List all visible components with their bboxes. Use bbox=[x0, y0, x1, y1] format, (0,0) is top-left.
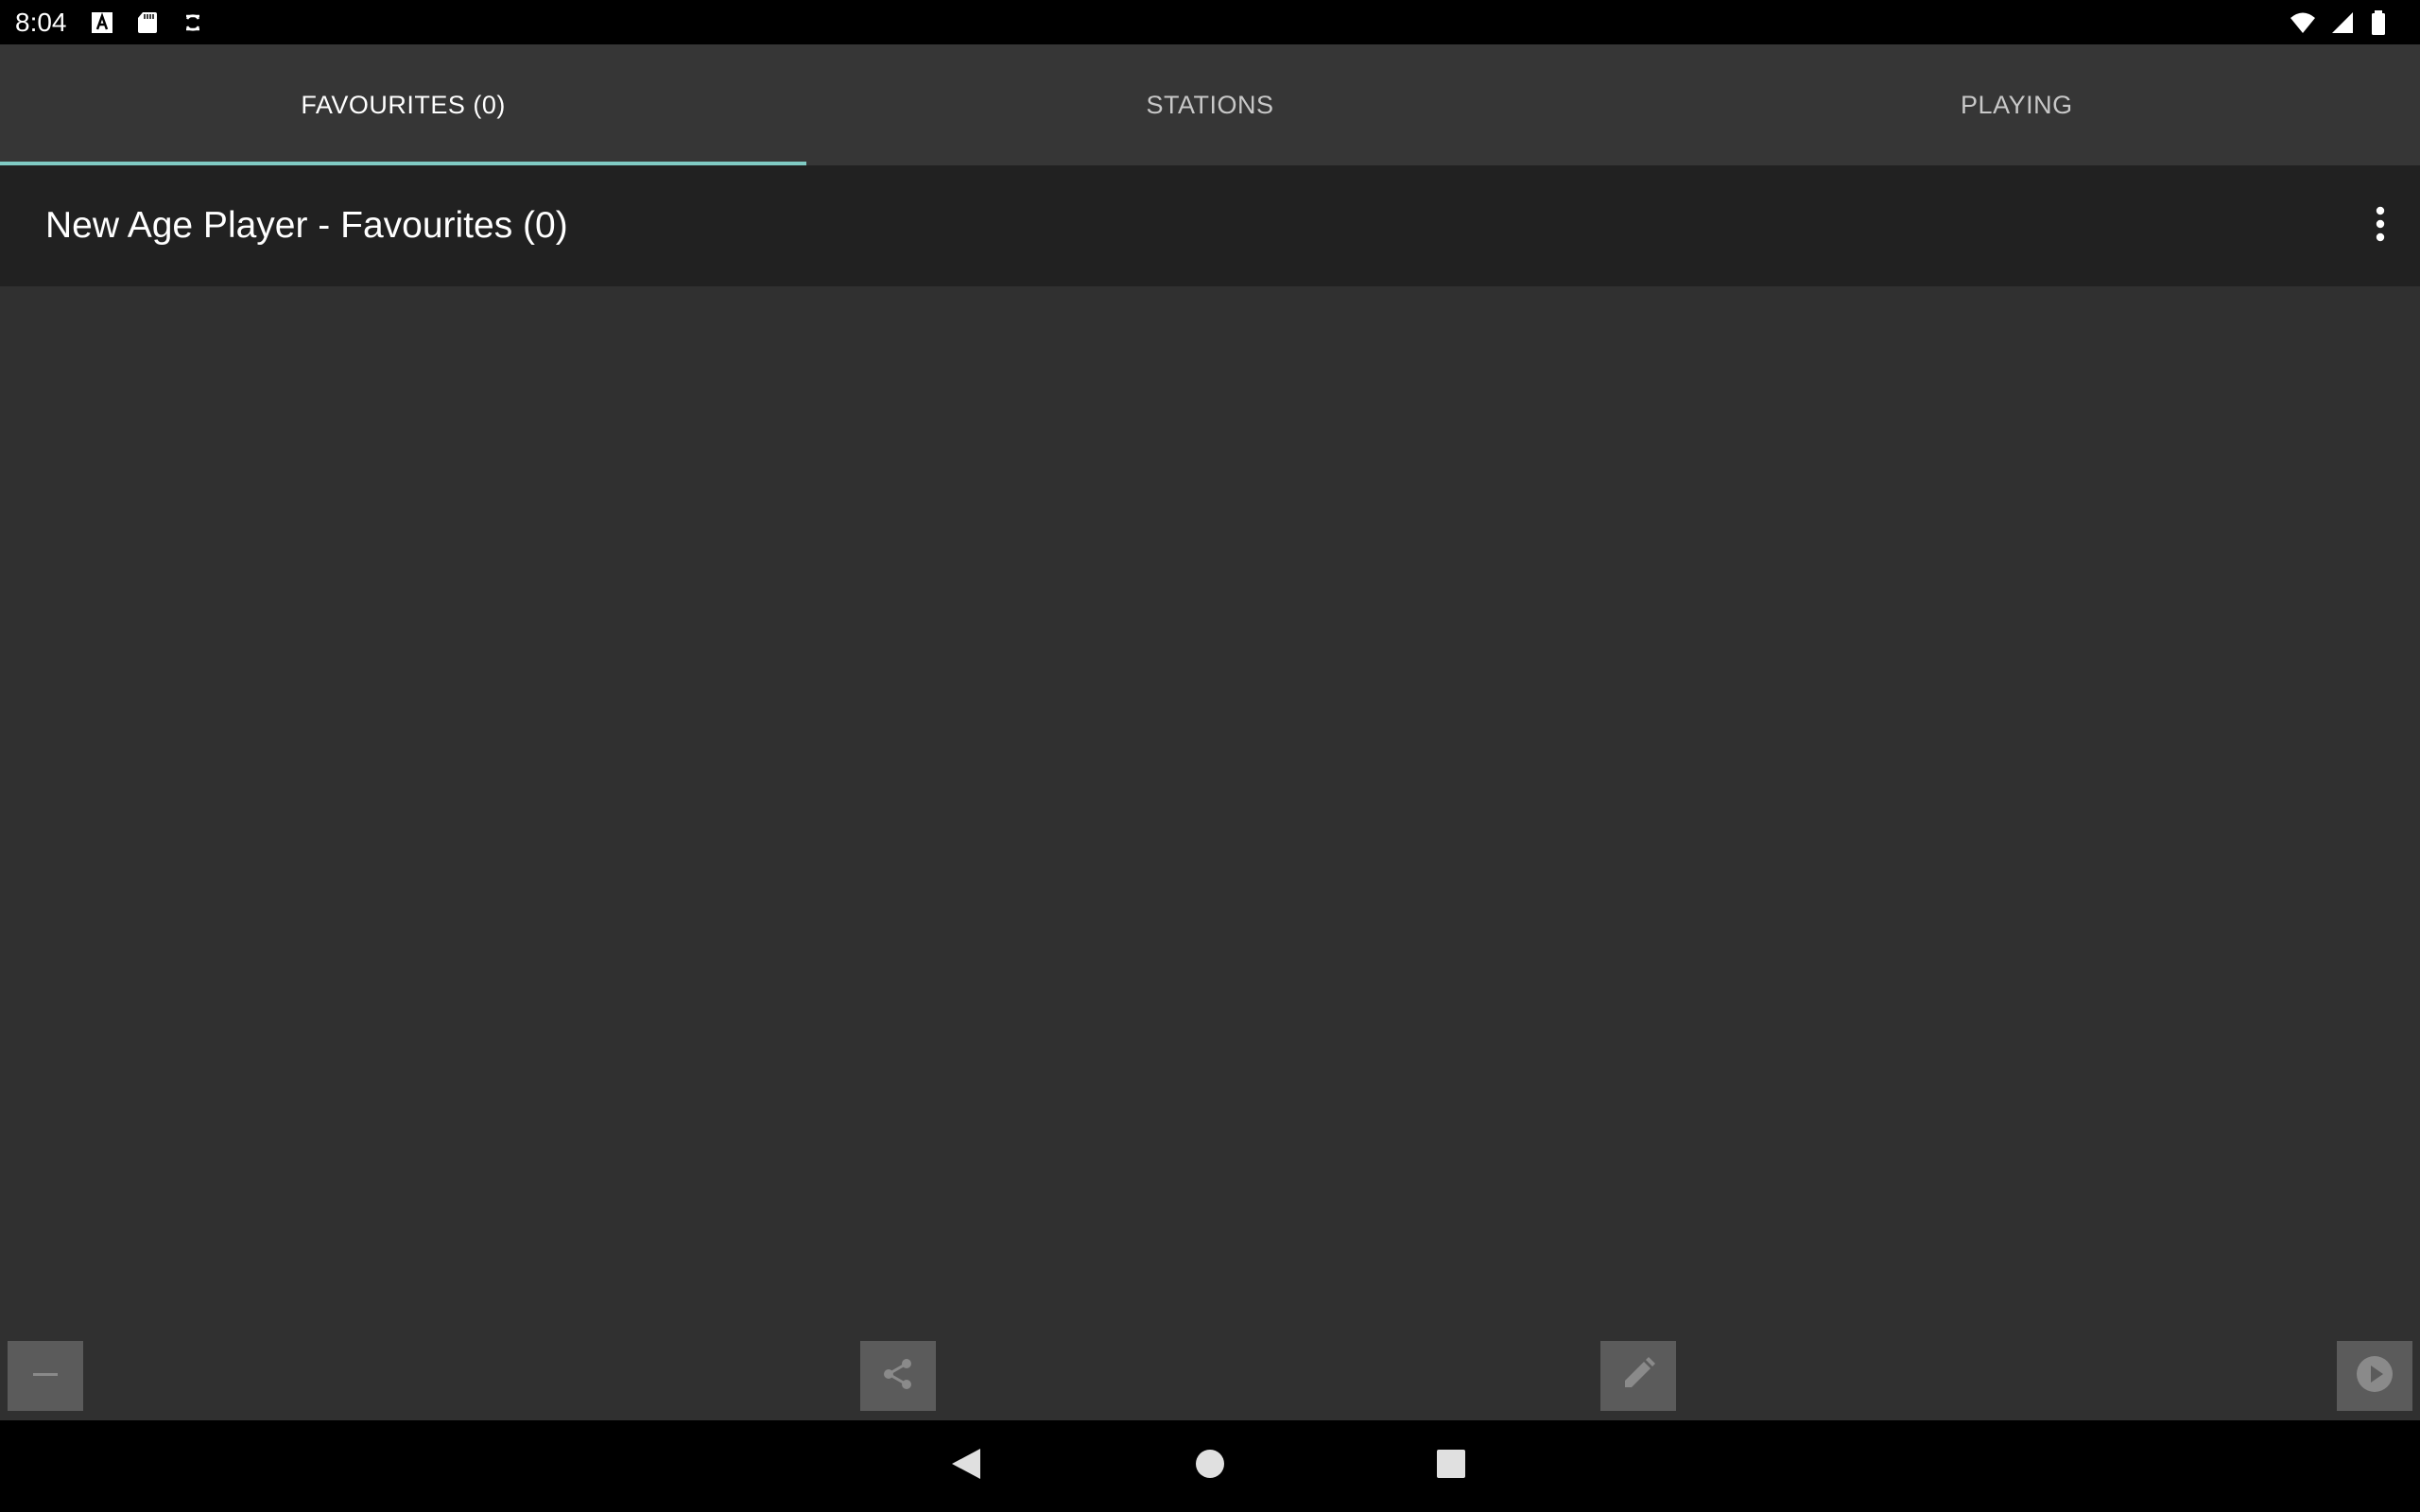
font-a-icon bbox=[89, 9, 115, 36]
recents-icon bbox=[1436, 1449, 1466, 1484]
tab-stations-label: STATIONS bbox=[1146, 90, 1274, 119]
wifi-icon bbox=[2290, 9, 2316, 36]
edit-icon bbox=[1619, 1355, 1657, 1398]
nav-recents-button[interactable] bbox=[1423, 1437, 1479, 1494]
more-options-button[interactable] bbox=[2350, 196, 2411, 256]
sync-icon bbox=[180, 9, 206, 36]
tab-favourites-label: FAVOURITES (0) bbox=[301, 90, 506, 119]
edit-button[interactable] bbox=[1600, 1341, 1676, 1411]
more-vert-icon bbox=[2375, 205, 2386, 248]
back-icon bbox=[950, 1447, 982, 1486]
status-left-icons bbox=[89, 9, 206, 36]
battery-icon bbox=[2369, 9, 2395, 36]
share-button[interactable] bbox=[860, 1341, 936, 1411]
status-time: 8:04 bbox=[15, 8, 67, 37]
page-title: New Age Player - Favourites (0) bbox=[45, 205, 568, 246]
app-screen: 8:04 FAVOURITES (0) STATIONS PLAYING New… bbox=[0, 0, 2420, 1512]
tab-stations[interactable]: STATIONS bbox=[806, 44, 1613, 165]
cell-signal-icon bbox=[2329, 9, 2356, 36]
play-icon bbox=[2355, 1354, 2394, 1399]
nav-home-button[interactable] bbox=[1182, 1437, 1238, 1494]
tab-bar: FAVOURITES (0) STATIONS PLAYING bbox=[0, 44, 2420, 165]
share-icon bbox=[879, 1355, 917, 1398]
tab-favourites[interactable]: FAVOURITES (0) bbox=[0, 44, 807, 165]
status-right-icons bbox=[2290, 9, 2395, 36]
tab-playing[interactable]: PLAYING bbox=[1614, 44, 2420, 165]
home-icon bbox=[1195, 1449, 1225, 1484]
tab-playing-label: PLAYING bbox=[1961, 90, 2073, 119]
remove-icon bbox=[30, 1359, 60, 1394]
status-bar: 8:04 bbox=[0, 0, 2420, 44]
system-nav-bar bbox=[0, 1420, 2420, 1512]
favourites-list bbox=[0, 286, 2420, 1420]
sd-card-icon bbox=[134, 9, 161, 36]
play-button[interactable] bbox=[2337, 1341, 2412, 1411]
list-header: New Age Player - Favourites (0) bbox=[0, 165, 2420, 286]
nav-back-button[interactable] bbox=[938, 1437, 994, 1494]
remove-button[interactable] bbox=[8, 1341, 83, 1411]
